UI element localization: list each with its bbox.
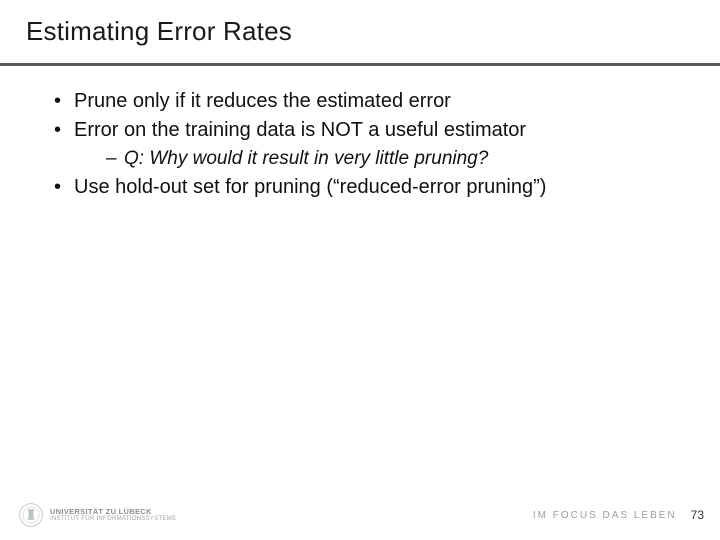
footer: UNIVERSITÄT ZU LÜBECK INSTITUT FÜR INFOR… bbox=[0, 500, 720, 530]
bullet-text: Prune only if it reduces the estimated e… bbox=[74, 90, 451, 112]
university-seal-icon bbox=[18, 502, 44, 528]
university-text: UNIVERSITÄT ZU LÜBECK INSTITUT FÜR INFOR… bbox=[50, 508, 176, 522]
slide: Estimating Error Rates Prune only if it … bbox=[0, 0, 720, 540]
list-item: Error on the training data is NOT a usef… bbox=[54, 117, 700, 172]
footer-motto: IM FOCUS DAS LEBEN bbox=[533, 510, 677, 521]
list-item: Use hold-out set for pruning (“reduced-e… bbox=[54, 174, 700, 201]
content-area: Prune only if it reduces the estimated e… bbox=[0, 66, 720, 201]
page-number: 73 bbox=[691, 508, 704, 522]
list-item: Prune only if it reduces the estimated e… bbox=[54, 88, 700, 115]
bullet-text: Use hold-out set for pruning (“reduced-e… bbox=[74, 176, 546, 198]
slide-title: Estimating Error Rates bbox=[26, 16, 694, 47]
footer-left: UNIVERSITÄT ZU LÜBECK INSTITUT FÜR INFOR… bbox=[18, 502, 176, 528]
institute-name: INSTITUT FÜR INFORMATIONSSYSTEME bbox=[50, 516, 176, 522]
footer-right: IM FOCUS DAS LEBEN 73 bbox=[533, 508, 704, 522]
title-block: Estimating Error Rates bbox=[0, 0, 720, 55]
sub-bullet-list: Q: Why would it result in very little pr… bbox=[74, 146, 700, 172]
bullet-list: Prune only if it reduces the estimated e… bbox=[30, 88, 700, 201]
list-item: Q: Why would it result in very little pr… bbox=[106, 146, 700, 172]
sub-bullet-text: Q: Why would it result in very little pr… bbox=[124, 148, 488, 169]
bullet-text: Error on the training data is NOT a usef… bbox=[74, 119, 526, 141]
university-name: UNIVERSITÄT ZU LÜBECK bbox=[50, 508, 176, 516]
